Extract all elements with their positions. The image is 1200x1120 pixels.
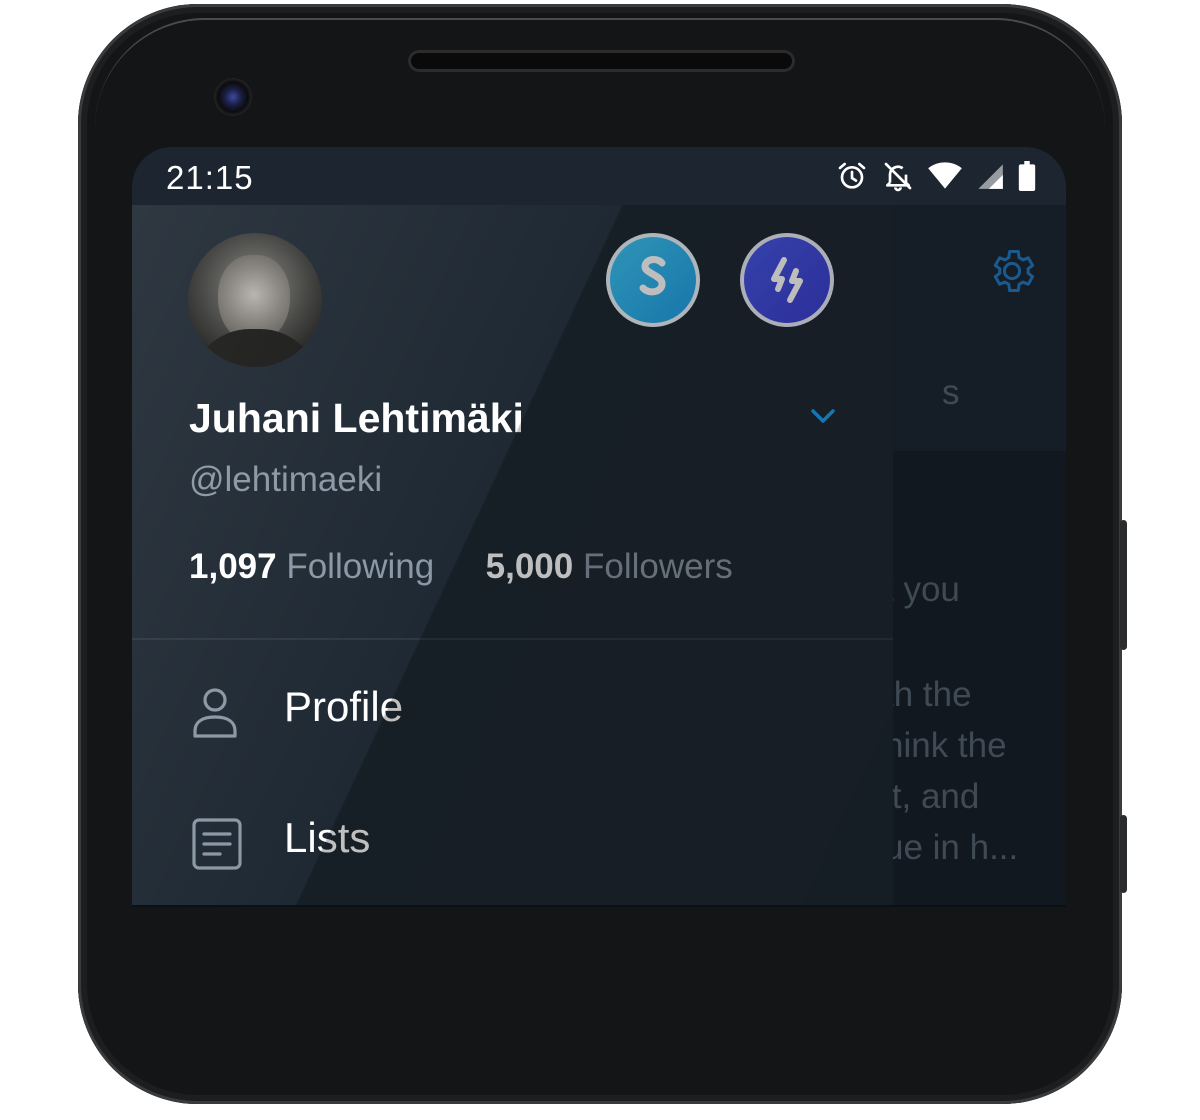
- wifi-icon: [928, 162, 962, 189]
- settings-gear-icon: [993, 249, 1035, 293]
- battery-icon: [1018, 161, 1036, 191]
- background-text-4: hink the: [884, 726, 1007, 765]
- user-display-name: Juhani Lehtimäki: [189, 395, 524, 441]
- account-switch-1[interactable]: [606, 233, 700, 327]
- chevron-down-icon[interactable]: [808, 403, 838, 427]
- status-time: 21:15: [166, 159, 254, 196]
- background-text-3: th the: [884, 675, 972, 714]
- person-icon: [193, 688, 237, 738]
- alarm-icon: [838, 162, 866, 189]
- avatar-shoulders: [190, 329, 320, 367]
- follow-stats: 1,097 Following 5,000 Followers: [189, 547, 733, 587]
- account-switch-1-icon: [639, 256, 666, 296]
- followers-link[interactable]: 5,000 Followers: [486, 547, 733, 586]
- background-text-1: s: [942, 373, 960, 412]
- account-switch-2-icon: [771, 257, 803, 303]
- user-handle: @lehtimaeki: [189, 460, 383, 499]
- followers-count: 5,000: [485, 547, 574, 586]
- menu-item-lists-label: Lists: [284, 814, 371, 861]
- status-bar: 21:15: [132, 147, 1066, 205]
- avatar[interactable]: [188, 233, 322, 367]
- earpiece-speaker: [408, 50, 795, 72]
- background-text-2: t you: [884, 570, 960, 609]
- account-switch-2[interactable]: [740, 233, 834, 327]
- front-camera: [214, 78, 252, 116]
- menu-item-profile-label: Profile: [284, 683, 404, 730]
- following-count: 1,097: [189, 547, 277, 586]
- list-icon: [192, 818, 242, 870]
- background-app-header: s: [892, 205, 1066, 451]
- background-text-5: it, and: [884, 777, 980, 816]
- menu-item-lists[interactable]: Lists: [132, 778, 893, 898]
- phone-screen: 21:15 s t you th the hink the it, and ue…: [132, 147, 1066, 907]
- volume-button: [1120, 815, 1127, 893]
- followers-label: Followers: [582, 547, 733, 586]
- status-icons: [836, 159, 1036, 193]
- navigation-drawer: Juhani Lehtimäki @lehtimaeki 1,097 Follo…: [132, 205, 893, 905]
- notifications-off-icon: [884, 162, 912, 192]
- background-app: s t you th the hink the it, and ue in h.…: [884, 205, 1066, 905]
- background-text-6: ue in h...: [884, 828, 1019, 867]
- power-button: [1120, 520, 1127, 650]
- following-link[interactable]: 1,097 Following: [189, 547, 444, 586]
- divider: [132, 638, 893, 640]
- following-label: Following: [286, 547, 435, 586]
- menu-item-profile[interactable]: Profile: [132, 647, 893, 767]
- signal-icon: [978, 164, 1003, 189]
